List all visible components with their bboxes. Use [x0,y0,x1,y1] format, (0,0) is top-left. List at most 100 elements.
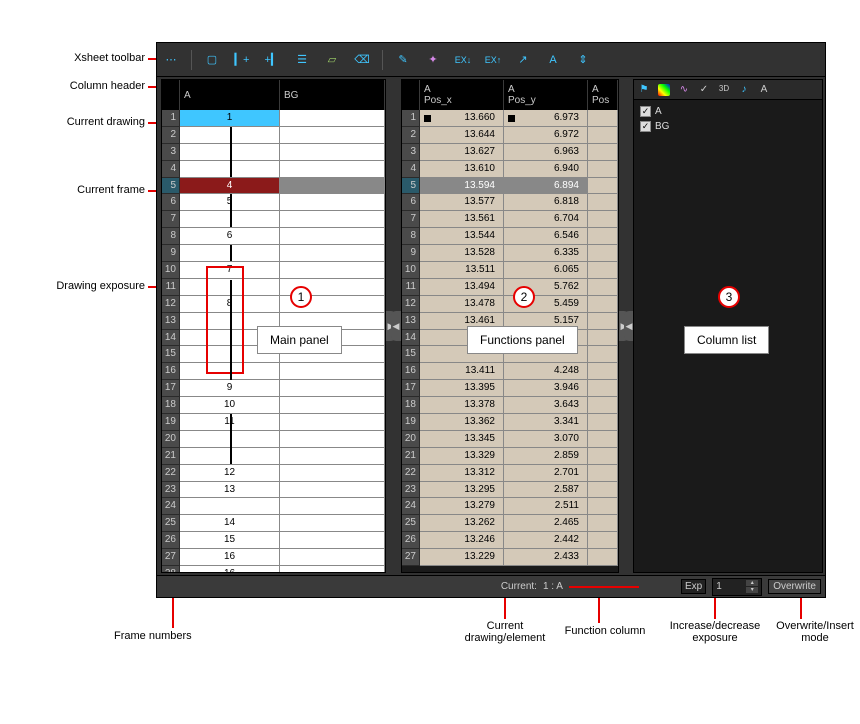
column-header-posy[interactable]: APos_y [504,80,588,110]
frame-number[interactable]: 8 [402,228,420,245]
ex-down-icon[interactable]: EX↓ [453,50,473,70]
function-cell[interactable] [588,431,618,448]
text2-icon[interactable]: A [758,84,770,96]
frame-number[interactable]: 14 [402,330,420,347]
delete-icon[interactable]: ⌫ [352,50,372,70]
function-cell[interactable]: 6.963 [504,144,588,161]
function-cell[interactable]: 13.478 [420,296,504,313]
frame-number[interactable]: 7 [162,211,180,228]
frame-number[interactable]: 12 [402,296,420,313]
function-cell[interactable]: 4.248 [504,363,588,380]
frame-number[interactable]: 22 [162,465,180,482]
drawing-cell[interactable] [280,127,385,144]
checkbox-icon[interactable]: ✓ [640,121,651,132]
frame-number[interactable]: 14 [162,330,180,347]
drawing-cell[interactable]: 4 [180,178,280,195]
frame-number[interactable]: 4 [162,161,180,178]
frame-number[interactable]: 15 [162,346,180,363]
frame-number[interactable]: 20 [162,431,180,448]
function-cell[interactable]: 6.894 [504,178,588,195]
palette-icon[interactable] [658,84,670,96]
column-header-a[interactable]: A [180,80,280,110]
add-right-icon[interactable]: +▎ [262,50,282,70]
function-cell[interactable] [588,110,618,127]
frame-number[interactable]: 5 [162,178,180,195]
function-cell[interactable]: 2.465 [504,515,588,532]
drawing-cell[interactable]: 13 [180,482,280,499]
spin-down-icon[interactable]: ▾ [746,587,758,593]
add-left-icon[interactable]: ▎+ [232,50,252,70]
function-cell[interactable] [588,380,618,397]
function-cell[interactable] [588,515,618,532]
exposure-input[interactable]: 1▴▾ [712,578,762,596]
checkbox-icon[interactable]: ✓ [640,106,651,117]
flag-icon[interactable]: ⚑ [638,84,650,96]
frame-number[interactable]: 4 [402,161,420,178]
list-icon[interactable]: ☰ [292,50,312,70]
frame-number[interactable]: 8 [162,228,180,245]
frame-number[interactable]: 17 [162,380,180,397]
function-cell[interactable]: 13.295 [420,482,504,499]
text-icon[interactable]: A [543,50,563,70]
drawing-cell[interactable] [280,110,385,127]
frame-number[interactable]: 26 [402,532,420,549]
function-cell[interactable] [588,465,618,482]
function-cell[interactable]: 13.411 [420,363,504,380]
frame-number[interactable]: 6 [162,194,180,211]
function-cell[interactable]: 6.818 [504,194,588,211]
frame-number[interactable]: 24 [402,498,420,515]
function-cell[interactable]: 6.704 [504,211,588,228]
drawing-cell[interactable] [280,498,385,515]
folder-icon[interactable]: ▱ [322,50,342,70]
column-header-bg[interactable]: BG [280,80,385,110]
function-cell[interactable]: 13.345 [420,431,504,448]
drawing-cell[interactable] [280,515,385,532]
function-cell[interactable]: 13.660 [420,110,504,127]
function-cell[interactable]: 2.701 [504,465,588,482]
drawing-cell[interactable] [180,498,280,515]
function-cell[interactable] [588,498,618,515]
function-cell[interactable] [588,397,618,414]
function-cell[interactable]: 3.070 [504,431,588,448]
function-cell[interactable]: 13.246 [420,532,504,549]
frame-number[interactable]: 9 [402,245,420,262]
frame-number[interactable]: 23 [402,482,420,499]
function-cell[interactable]: 13.544 [420,228,504,245]
frame-number[interactable]: 15 [402,346,420,363]
function-cell[interactable]: 6.972 [504,127,588,144]
drawing-cell[interactable] [280,566,385,572]
drawing-cell[interactable] [280,144,385,161]
drawing-cell[interactable]: 1 [180,110,280,127]
function-cell[interactable]: 3.643 [504,397,588,414]
function-cell[interactable]: 13.511 [420,262,504,279]
function-cell[interactable] [588,448,618,465]
frame-number[interactable]: 27 [162,549,180,566]
frame-number[interactable]: 11 [162,279,180,296]
drawing-cell[interactable] [280,448,385,465]
function-cell[interactable] [588,245,618,262]
function-cell[interactable]: 2.511 [504,498,588,515]
arrow-icon[interactable]: ↗ [513,50,533,70]
frame-number[interactable]: 9 [162,245,180,262]
function-cell[interactable]: 2.587 [504,482,588,499]
frame-number[interactable]: 2 [162,127,180,144]
function-cell[interactable]: 13.279 [420,498,504,515]
function-cell[interactable] [588,161,618,178]
frame-number[interactable]: 3 [402,144,420,161]
function-cell[interactable]: 13.262 [420,515,504,532]
drawing-cell[interactable] [280,245,385,262]
function-cell[interactable] [588,313,618,330]
frame-number[interactable]: 12 [162,296,180,313]
frame-number[interactable]: 1 [402,110,420,127]
drawing-cell[interactable] [280,465,385,482]
function-cell[interactable] [588,262,618,279]
function-cell[interactable] [588,296,618,313]
drawing-cell[interactable]: 9 [180,380,280,397]
drawing-cell[interactable] [280,262,385,279]
frame-number[interactable]: 17 [402,380,420,397]
drawing-cell[interactable] [280,178,385,195]
function-cell[interactable]: 6.973 [504,110,588,127]
expand-icon[interactable]: ⇕ [573,50,593,70]
drawing-cell[interactable]: 12 [180,465,280,482]
frame-number[interactable]: 1 [162,110,180,127]
